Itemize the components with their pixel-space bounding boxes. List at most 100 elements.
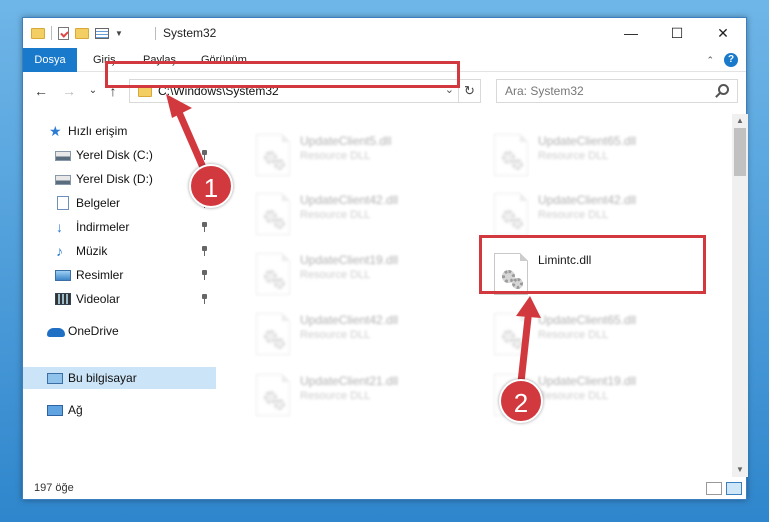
file-name: Limintc.dll — [538, 253, 592, 267]
pin-icon[interactable] — [201, 150, 208, 160]
file-type: Resource DLL — [538, 329, 609, 341]
search-icon[interactable] — [718, 84, 729, 95]
title-bar: ▼ System32 — ☐ ✕ — [23, 18, 746, 48]
sidebar-item-label: Belgeler — [76, 196, 121, 210]
file-item[interactable]: UpdateClient65.dll Resource DLL — [488, 128, 718, 184]
pin-icon[interactable] — [201, 246, 208, 256]
sidebar-item-label: Müzik — [76, 244, 108, 258]
forward-button[interactable]: → — [61, 82, 77, 100]
onedrive-icon — [47, 328, 65, 337]
file-item[interactable]: UpdateClient42.dll Resource DLL — [488, 187, 718, 243]
pin-icon[interactable] — [201, 294, 208, 304]
details-view-icon[interactable] — [706, 482, 722, 495]
sidebar-item-label: Resimler — [76, 268, 124, 282]
sidebar-item-quick-access[interactable]: ★ Hızlı erişim — [23, 120, 216, 142]
explorer-window: ▼ System32 — ☐ ✕ Dosya Giriş Paylaş Görü… — [22, 17, 748, 500]
folder-icon[interactable] — [31, 27, 45, 39]
sidebar-item-music[interactable]: ♪ Müzik — [23, 240, 216, 262]
sidebar-item-label: OneDrive — [68, 324, 119, 338]
computer-icon — [47, 373, 63, 384]
ribbon: Dosya Giriş Paylaş Görünüm ⌃ ? — [23, 48, 746, 72]
tab-view[interactable]: Görünüm — [201, 48, 247, 72]
recent-locations-button[interactable]: ⌄ — [85, 82, 101, 100]
pin-icon[interactable] — [201, 270, 208, 280]
sidebar-item-videos[interactable]: Videolar — [23, 288, 216, 310]
ribbon-controls: ⌃ ? — [706, 53, 738, 67]
refresh-button[interactable]: ↻ — [458, 80, 480, 102]
dll-file-icon — [256, 313, 290, 355]
tab-file[interactable]: Dosya — [23, 48, 77, 72]
pin-icon[interactable] — [201, 222, 208, 232]
file-list: UpdateClient5.dll Resource DLL UpdateCli… — [237, 114, 729, 474]
navigation-pane: ★ Hızlı erişim Yerel Disk (C:) Yerel Dis… — [23, 114, 216, 472]
back-button[interactable]: ← — [33, 82, 49, 100]
sidebar-item-documents[interactable]: Belgeler — [23, 192, 216, 214]
file-item[interactable]: UpdateClient5.dll Resource DLL — [250, 128, 480, 184]
file-name: UpdateClient19.dll — [538, 374, 637, 388]
file-item[interactable]: UpdateClient42.dll Resource DLL — [250, 187, 480, 243]
chevron-up-icon[interactable]: ⌃ — [706, 55, 714, 66]
sidebar-item-onedrive[interactable]: OneDrive — [23, 320, 216, 342]
file-name: UpdateClient5.dll — [300, 134, 392, 148]
sidebar-item-this-pc[interactable]: Bu bilgisayar — [23, 367, 216, 389]
dll-file-icon — [256, 134, 290, 176]
help-icon[interactable]: ? — [724, 53, 738, 67]
dll-file-icon — [494, 313, 528, 355]
sidebar-item-pictures[interactable]: Resimler — [23, 264, 216, 286]
sidebar-item-downloads[interactable]: ↓ İndirmeler — [23, 216, 216, 238]
file-name: UpdateClient42.dll — [538, 193, 637, 207]
file-type: Resource DLL — [538, 209, 609, 221]
drive-icon — [55, 175, 71, 185]
search-input[interactable]: Ara: System32 — [496, 79, 738, 103]
sidebar-item-label: Yerel Disk (D:) — [76, 172, 153, 186]
scroll-down-arrow-icon[interactable]: ▼ — [732, 463, 748, 477]
minimize-button[interactable]: — — [608, 18, 654, 48]
file-type: Resource DLL — [300, 269, 371, 281]
dll-file-icon — [256, 193, 290, 235]
window-controls: — ☐ ✕ — [608, 18, 746, 48]
chevron-down-icon[interactable]: ⌄ — [445, 83, 454, 96]
chevron-down-icon[interactable]: ▼ — [115, 29, 123, 38]
vertical-scrollbar[interactable]: ▲ ▼ — [732, 114, 748, 477]
file-item[interactable]: UpdateClient42.dll Resource DLL — [250, 307, 480, 363]
maximize-button[interactable]: ☐ — [654, 18, 700, 48]
address-path[interactable]: C:\Windows\System32 — [158, 84, 279, 98]
dll-file-icon — [494, 134, 528, 176]
file-item-limintc[interactable]: Limintc.dll — [488, 247, 718, 303]
navigation-bar: ← → ⌄ ↑ C:\Windows\System32 ⌄ ↻ Ara: Sys… — [23, 76, 746, 106]
dll-file-icon — [256, 374, 290, 416]
tab-share[interactable]: Paylaş — [143, 48, 176, 72]
status-bar: 197 öğe — [23, 478, 746, 500]
file-name: UpdateClient65.dll — [538, 313, 637, 327]
scroll-up-arrow-icon[interactable]: ▲ — [732, 114, 748, 128]
documents-icon — [57, 196, 69, 210]
sidebar-item-local-disk-c[interactable]: Yerel Disk (C:) — [23, 144, 216, 166]
new-folder-icon[interactable] — [75, 27, 89, 39]
sidebar-item-label: Hızlı erişim — [68, 124, 128, 138]
properties-icon[interactable] — [58, 26, 69, 40]
view-icon[interactable] — [95, 27, 109, 39]
file-type: Resource DLL — [538, 390, 609, 402]
sidebar-item-local-disk-d[interactable]: Yerel Disk (D:) — [23, 168, 216, 190]
folder-icon — [138, 86, 152, 97]
window-title: System32 — [163, 26, 217, 40]
file-item[interactable]: UpdateClient19.dll Resource DLL — [250, 247, 480, 303]
sidebar-item-network[interactable]: Ağ — [23, 399, 216, 421]
sidebar-item-label: Bu bilgisayar — [68, 371, 137, 385]
search-placeholder: Ara: System32 — [505, 84, 584, 98]
up-button[interactable]: ↑ — [105, 82, 121, 100]
scrollbar-thumb[interactable] — [734, 128, 746, 176]
step-badge-2: 2 — [499, 379, 543, 423]
close-button[interactable]: ✕ — [700, 18, 746, 48]
music-icon: ♪ — [56, 243, 63, 259]
file-name: UpdateClient42.dll — [300, 313, 399, 327]
tab-home[interactable]: Giriş — [93, 48, 116, 72]
dll-file-icon — [256, 253, 290, 295]
file-item[interactable]: UpdateClient65.dll Resource DLL — [488, 307, 718, 363]
large-icons-view-icon[interactable] — [726, 482, 742, 495]
address-bar[interactable]: C:\Windows\System32 ⌄ ↻ — [129, 79, 481, 103]
sidebar-item-label: Ağ — [68, 403, 83, 417]
step-badge-1: 1 — [189, 164, 233, 208]
dll-file-icon — [494, 253, 528, 295]
file-item[interactable]: UpdateClient21.dll Resource DLL — [250, 368, 480, 424]
